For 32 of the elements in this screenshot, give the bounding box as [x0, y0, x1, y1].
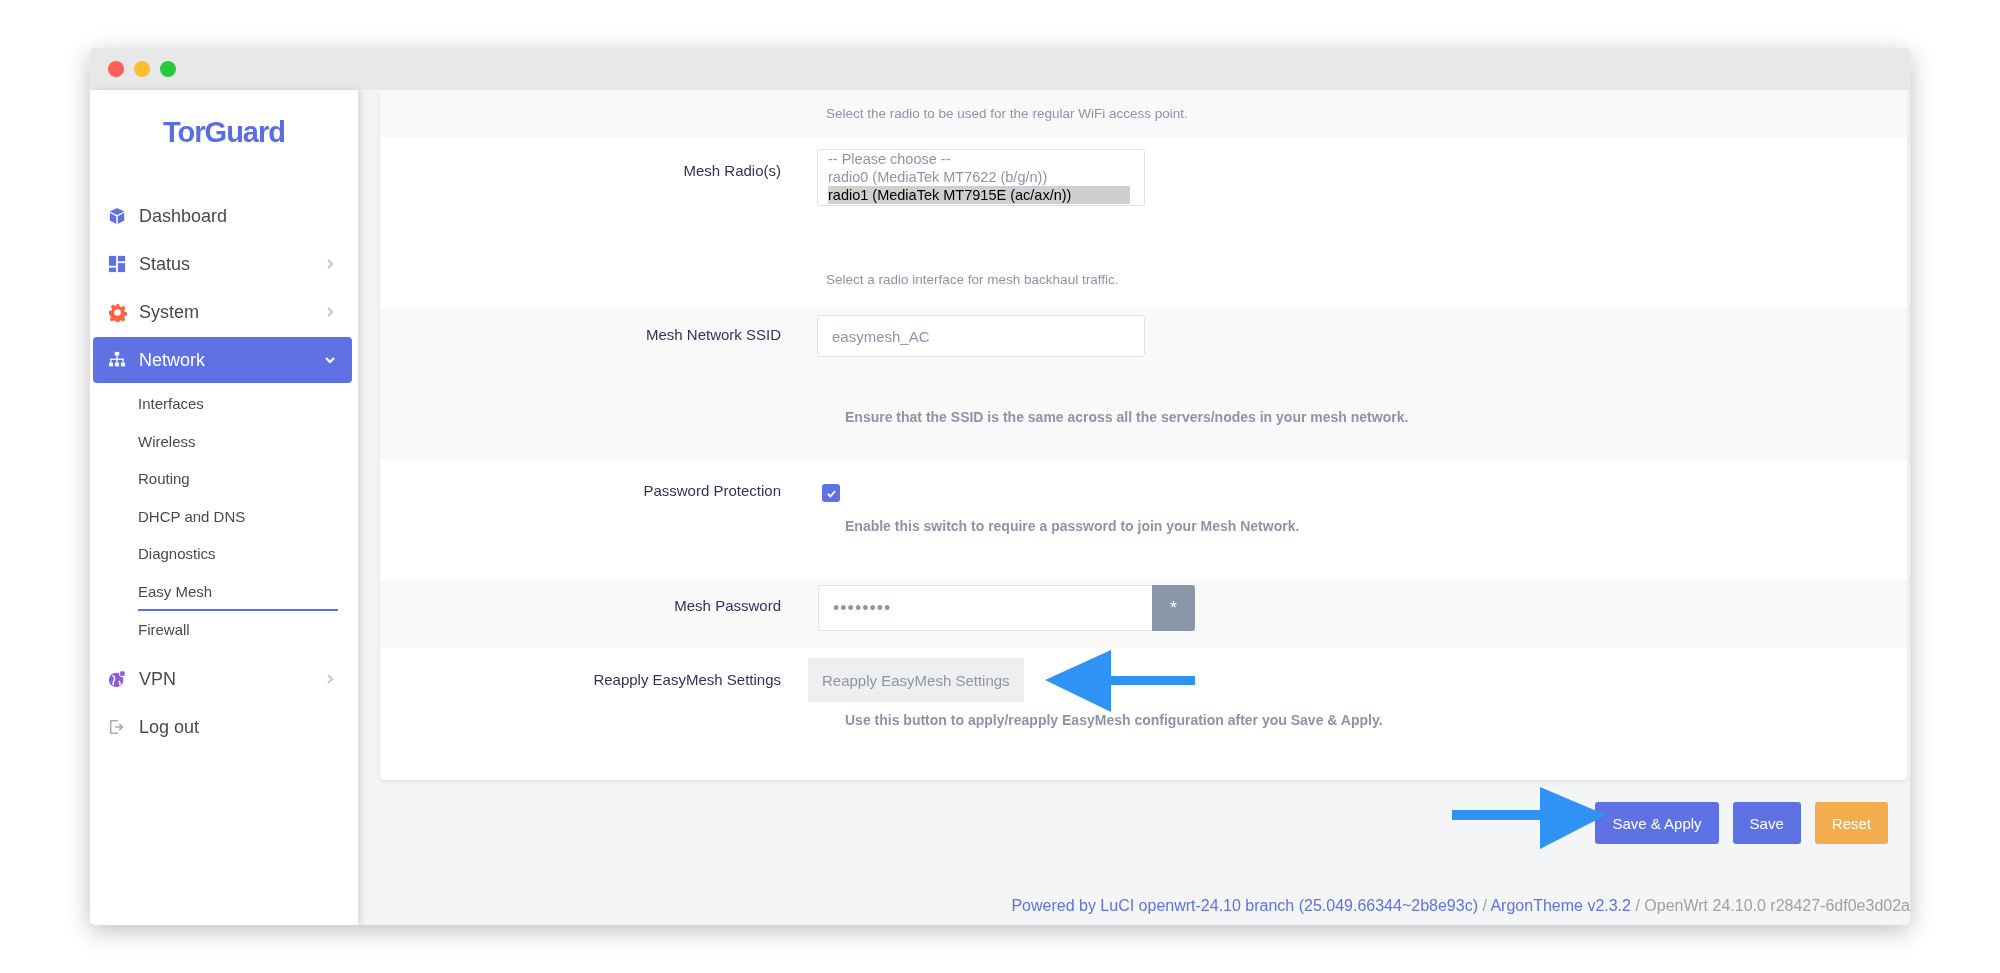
footer-link[interactable]: ArgonTheme v2.3.2	[1490, 897, 1631, 914]
sidebar-item[interactable]: VPN	[93, 656, 352, 703]
field-label: Password Protection	[643, 482, 781, 501]
submenu-item[interactable]: Wireless	[138, 422, 338, 461]
sidebar-item[interactable]: Dashboard	[93, 193, 352, 239]
submenu-item[interactable]: Easy Mesh	[138, 572, 338, 611]
submenu-item[interactable]: Firewall	[138, 610, 338, 649]
footer-text: / OpenWrt 24.10.0 r28427-6df0e3d02a	[1635, 897, 1910, 914]
help-text: Select the radio to be used for the regular WiFi access point.	[825, 106, 1189, 121]
sidebar-item[interactable]: System	[93, 289, 352, 335]
help-text: Use this button to apply/reapply EasyMesh configuration after you Save & Apply.	[844, 712, 1384, 728]
sidebar-item[interactable]: Network	[93, 337, 352, 383]
field-label: Reapply EasyMesh Settings	[593, 671, 781, 690]
help-text: Select a radio interface for mesh backhaul traffic.	[825, 272, 1120, 287]
field-label: Mesh Radio(s)	[683, 162, 781, 181]
help-text: Ensure that the SSID is the same across all the servers/nodes in your mesh network.	[844, 409, 1410, 425]
listbox-option[interactable]: radio1 (MediaTek MT7915E (ac/ax/n))	[828, 186, 1130, 204]
action-button[interactable]: Save	[1732, 802, 1801, 844]
logo-text: TorGuard	[163, 115, 285, 150]
field-label: Mesh Password	[674, 597, 781, 616]
footer-link[interactable]: Powered by LuCI openwrt-24.10 branch (25.049.66344~2b8e93c)	[1011, 897, 1478, 914]
radio-listbox[interactable]: -- Please choose -- radio0 (MediaTek MT7622 (b/g/n)) radio1 (MediaTek MT7915E (ac/ax/n))	[817, 149, 1145, 206]
sidebar-item[interactable]: Status	[93, 241, 352, 287]
submenu-item[interactable]: DHCP and DNS	[138, 497, 338, 536]
submenu-item[interactable]: Routing	[138, 460, 338, 498]
help-text: Enable this switch to require a password to join your Mesh Network.	[844, 518, 1301, 534]
submenu-item[interactable]: Diagnostics	[138, 535, 338, 573]
action-button[interactable]: Save & Apply	[1595, 802, 1719, 844]
field-label: Mesh Network SSID	[645, 326, 781, 345]
submenu-item[interactable]: Interfaces	[138, 385, 338, 423]
sidebar-item[interactable]: Log out	[93, 704, 352, 751]
footer-text: /	[1482, 897, 1487, 914]
